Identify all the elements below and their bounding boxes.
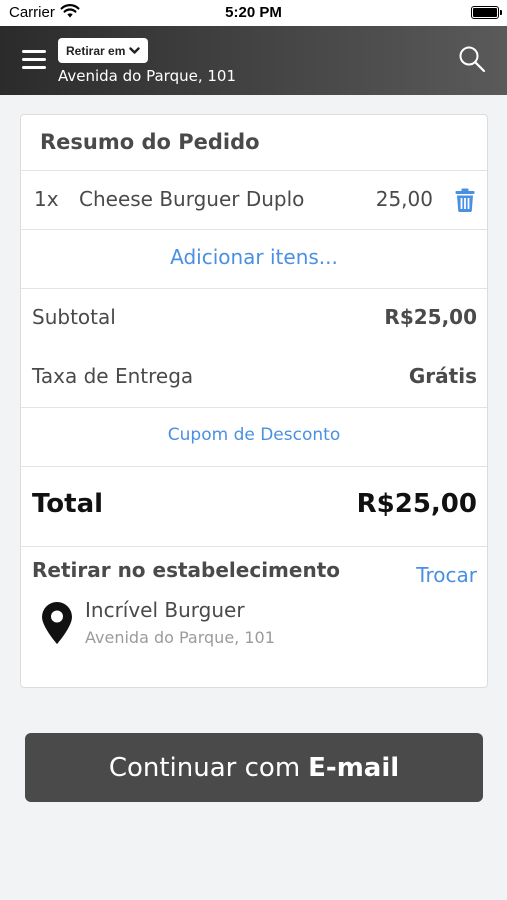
status-bar: Carrier 5:20 PM (0, 0, 507, 26)
totals-section: Subtotal R$25,00 Taxa de Entrega Grátis (21, 289, 487, 408)
change-pickup-link[interactable]: Trocar (416, 563, 477, 587)
coupon-row: Cupom de Desconto (21, 408, 487, 467)
map-pin-icon (41, 601, 73, 645)
delivery-fee-label: Taxa de Entrega (32, 364, 194, 388)
chevron-down-icon (129, 46, 141, 55)
item-quantity: 1x (34, 187, 59, 211)
item-name: Cheese Burguer Duplo (79, 187, 305, 211)
header-address: Avenida do Parque, 101 (58, 67, 237, 85)
continue-with-email-button[interactable]: Continuar com E-mail (25, 733, 483, 802)
clock: 5:20 PM (225, 4, 282, 21)
coupon-link[interactable]: Cupom de Desconto (21, 425, 487, 445)
trash-icon[interactable] (455, 188, 475, 212)
order-summary-card: Resumo do Pedido 1x Cheese Burguer Duplo… (20, 114, 488, 688)
order-mode-label: Retirar em (66, 43, 126, 58)
add-items-row: Adicionar itens... (21, 230, 487, 289)
order-summary-title: Resumo do Pedido (40, 130, 260, 154)
search-icon[interactable] (458, 45, 486, 73)
total-label: Total (32, 489, 104, 519)
store-address: Avenida do Parque, 101 (85, 628, 275, 647)
menu-icon[interactable] (22, 50, 46, 70)
delivery-fee-value: Grátis (408, 364, 477, 388)
subtotal-label: Subtotal (32, 305, 116, 329)
order-summary-header: Resumo do Pedido (21, 115, 487, 171)
order-mode-select[interactable]: Retirar em (58, 38, 149, 63)
app-header: Retirar em Avenida do Parque, 101 (0, 26, 507, 95)
battery-icon (471, 6, 502, 19)
item-price: 25,00 (375, 187, 433, 211)
total-row: Total R$25,00 (21, 467, 487, 547)
continue-button-label: Continuar com (108, 752, 301, 783)
continue-button-method: E-mail (308, 752, 400, 783)
total-value: R$25,00 (356, 489, 477, 519)
list-item: 1x Cheese Burguer Duplo 25,00 (21, 171, 487, 230)
store-name: Incrível Burguer (85, 598, 245, 622)
pickup-title: Retirar no estabelecimento (32, 558, 340, 582)
add-items-link[interactable]: Adicionar itens... (21, 245, 487, 269)
subtotal-value: R$25,00 (384, 305, 477, 329)
